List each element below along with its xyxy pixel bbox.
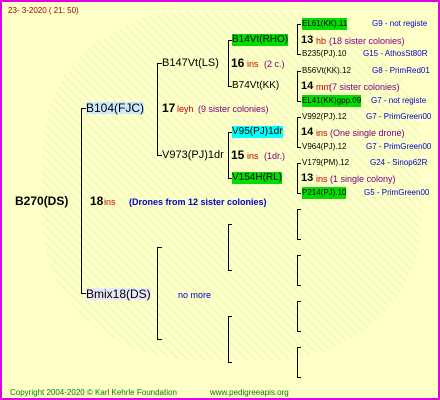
site-link[interactable]: www.pedigreeapis.org [210,387,289,398]
tree-line [297,163,298,194]
tree-line [228,316,232,317]
ggm-queen-number: 13 [301,34,314,46]
tree-line [228,40,229,87]
tree-line [297,24,298,55]
tree-line [157,339,162,340]
gm-queen-ins: ins [247,59,259,69]
gen4-name[interactable]: P214(PJ).10 [302,187,347,199]
gen4-tail: G9 - not registe [372,19,428,28]
father-mix-note: no more [178,290,212,300]
tree-line [297,71,301,72]
tree-line [228,270,232,271]
tree-line [157,63,158,156]
tree-line [297,331,301,332]
tree-line [297,147,301,148]
gm-queen-note: (2 c.) [264,59,285,69]
tree-line [81,108,82,294]
tree-line [297,301,298,332]
ggd-drone-note: (1 single colony) [330,174,396,184]
gm-drone-ins: ins [247,151,259,161]
root-ins-tag: ins [104,197,116,207]
gm-queen-number: 16 [231,56,245,70]
gen4-tail: G15 - AthosSt80R [363,49,428,58]
gen4-name[interactable]: V964(PJ).12 [302,141,346,153]
tree-line [297,71,298,102]
gm-drone-note: (1dr.) [264,151,286,161]
mother-generation-number: 17 [162,101,176,115]
gen4-tail: G8 - PrimRed01 [372,66,430,75]
tree-line [297,117,301,118]
mother-queen[interactable]: B104(FJC) [86,102,145,114]
gen4-tail: G24 - Sinop62R [370,158,428,167]
tree-line [297,101,301,102]
gen4-name[interactable]: V179(PM).12 [302,157,349,169]
gen4-name[interactable]: EL41(KK)gpp.09 [302,95,362,107]
tree-line [297,347,301,348]
mother-tag: leyh [177,104,194,114]
ggd-queen-note: (One single drone) [330,128,405,138]
ggd-drone-number: 13 [301,172,314,184]
ggm-drone[interactable]: B74Vt(KK) [232,80,279,92]
gen4-tail: G7 - PrimGreen00 [366,112,432,121]
gen4-tail: G5 - PrimGreen00 [364,188,430,197]
mother-note: (9 sister colonies) [198,104,269,114]
ggd-queen-ins: ins [316,128,328,138]
tree-line [297,239,301,240]
date-header: 23- 3-2020 ( 21: 50) [8,6,79,15]
tree-line [297,347,298,378]
gen4-name[interactable]: B235(PJ).10 [302,48,346,60]
tree-line [297,209,301,210]
ggm-queen[interactable]: B14Vt(RHO) [232,34,289,46]
tree-line [228,224,232,225]
grandmother-drone[interactable]: V973(PJ)1dr [162,149,224,161]
ggd-drone[interactable]: V154H(RL) [232,172,283,184]
tree-line [297,209,298,240]
ggd-queen-number: 14 [301,126,314,138]
tree-line [297,301,301,302]
ggm-queen-note: (18 sister colonies) [329,36,405,46]
gen4-name[interactable]: EL61(KK).11 [302,18,348,30]
gen4-tail: G7 - PrimGreen00 [366,142,432,151]
tree-line [297,163,301,164]
tree-line [228,362,232,363]
tree-line [297,255,301,256]
gen4-name[interactable]: V992(PJ).12 [302,111,346,123]
pedigree-frame: 23- 3-2020 ( 21: 50) B270(DS) 18 ins (Dr [0,0,440,400]
tree-line [228,224,229,271]
ggd-drone-ins: ins [316,174,328,184]
root-generation-number: 18 [90,194,104,208]
ggd-queen[interactable]: V95(PJ)1dr [232,126,283,138]
root-queen[interactable]: B270(DS) [15,195,68,207]
tree-line [297,117,298,148]
ggm-drone-note: (7 sister colonies) [329,82,400,92]
tree-line [157,247,162,248]
tree-line [297,255,298,286]
tree-line [228,132,229,179]
tree-line [297,54,301,55]
father-mix[interactable]: Bmix18(DS) [86,288,151,300]
grandmother-queen[interactable]: B147Vt(LS) [162,57,219,69]
tree-line [297,193,301,194]
ggm-drone-number: 14 [301,80,314,92]
tree-line [297,285,301,286]
gm-drone-number: 15 [231,148,245,162]
tree-line [157,247,158,340]
copyright: Copyright 2004-2020 © Karl Kehrle Founda… [10,388,177,397]
root-drone-note: (Drones from 12 sister colonies) [129,197,267,207]
ggm-queen-tag: hb [316,36,327,46]
gen4-name[interactable]: B56Vt(KK).12 [302,65,351,77]
gen4-tail: G7 - not registe [371,96,427,105]
tree-line [297,377,301,378]
tree-line [297,24,301,25]
tree-line [228,316,229,363]
